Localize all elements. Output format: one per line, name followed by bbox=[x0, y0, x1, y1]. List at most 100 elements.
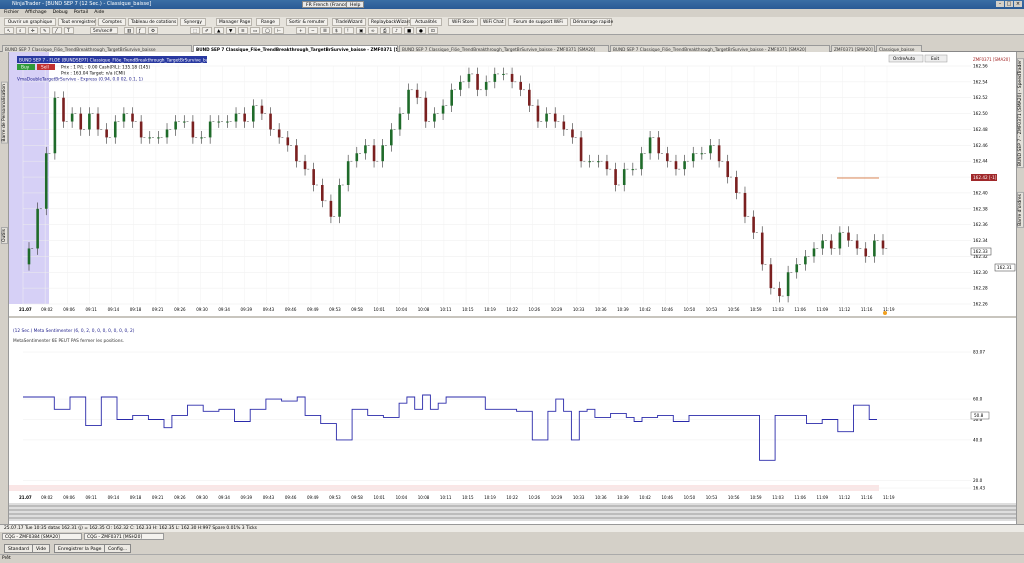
zoom-out-icon[interactable]: − bbox=[308, 27, 318, 34]
tab-classique-baisse[interactable]: Classique_baisse bbox=[876, 45, 922, 52]
status-line: 25.07.17 Tue 10:35 datas 162.31 (j) = 16… bbox=[0, 524, 1024, 532]
price-bar-body bbox=[303, 161, 307, 170]
tab-strategy-3[interactable]: BUND SEP 7 Classique_Flöe_TrendBreakthro… bbox=[610, 45, 830, 52]
price-x-tick: 11:03 bbox=[772, 307, 784, 312]
chart-area[interactable]: 162.56 162.54 162.52 162.50 162.48 162.46 162.… bbox=[9, 52, 1016, 524]
price-bar-body bbox=[208, 121, 212, 138]
scroll-end-icon[interactable] bbox=[883, 311, 887, 315]
print-icon[interactable]: ⎙ bbox=[380, 27, 390, 34]
price-x-tick: 10:29 bbox=[551, 307, 563, 312]
chart-tab-bar: BUND SEP 7 Classique_Flöe_TrendBreakthro… bbox=[0, 44, 1024, 52]
quote-board-button[interactable]: Tableau de cotations bbox=[128, 18, 178, 26]
menu-affichage[interactable]: Affichage bbox=[25, 9, 47, 17]
snapshot-icon[interactable]: ▣ bbox=[356, 27, 366, 34]
ellipse-icon[interactable]: ◯ bbox=[262, 27, 272, 34]
zoom-in-icon[interactable]: + bbox=[296, 27, 306, 34]
tradewizard-button[interactable]: TradeWizard bbox=[332, 18, 366, 26]
save-all-button[interactable]: Tout enregistrer bbox=[58, 18, 96, 26]
arrow-up-icon[interactable]: ▲ bbox=[214, 27, 224, 34]
price-bar-body bbox=[786, 272, 790, 297]
text-tool-icon[interactable]: T bbox=[64, 27, 74, 34]
fib-icon[interactable]: ≡ bbox=[238, 27, 248, 34]
strategy-icon[interactable]: ⚙ bbox=[148, 27, 158, 34]
news-button[interactable]: Actualités bbox=[410, 18, 442, 26]
line-tool-icon[interactable]: ╱ bbox=[52, 27, 62, 34]
account-2[interactable]: CQG - ZMF0371 [MSH20] bbox=[84, 533, 164, 540]
price-bar-body bbox=[243, 113, 246, 122]
tools-tab[interactable]: Outils bbox=[1, 227, 8, 245]
help-button[interactable]: Help bbox=[346, 1, 365, 8]
exit-remute-button[interactable]: Sortir & remuter bbox=[286, 18, 328, 26]
rect-icon[interactable]: ▭ bbox=[250, 27, 260, 34]
price-x-tick: 09:14 bbox=[108, 307, 120, 312]
properties-icon[interactable]: ☰ bbox=[320, 27, 330, 34]
price-x-tick: 10:15 bbox=[462, 307, 474, 312]
customization-bar-tab[interactable]: Barre de Personnalisation bbox=[1, 82, 8, 144]
empty-button[interactable]: Vide bbox=[32, 544, 51, 553]
record-icon[interactable]: ● bbox=[416, 27, 426, 34]
price-x-tick: 11:09 bbox=[817, 307, 829, 312]
arrow-down-icon[interactable]: ▼ bbox=[226, 27, 236, 34]
price-x-tick: 09:26 bbox=[174, 307, 186, 312]
order-bar-tab[interactable]: Barre d'ordres bbox=[1017, 192, 1024, 228]
price-bar-body bbox=[484, 81, 488, 90]
manager-page-button[interactable]: Manager Page bbox=[216, 18, 252, 26]
account-1[interactable]: CQG - ZMF0384 [SMA20] bbox=[2, 533, 82, 540]
indicator-x-tick: 10:08 bbox=[418, 495, 430, 500]
price-bar-body bbox=[338, 185, 341, 217]
pencil-icon[interactable]: ✎ bbox=[40, 27, 50, 34]
minimize-icon[interactable]: – bbox=[996, 1, 1004, 7]
price-y-tick: 162.26 bbox=[973, 302, 988, 307]
price-bar-body bbox=[812, 248, 816, 257]
indicator-x-tick: 09:26 bbox=[174, 495, 186, 500]
close-icon[interactable]: × bbox=[1014, 1, 1022, 7]
crosshair-icon[interactable]: ✛ bbox=[28, 27, 38, 34]
indicator-icon[interactable]: ƒ bbox=[136, 27, 146, 34]
trade-icon[interactable]: $ bbox=[332, 27, 342, 34]
bell-icon[interactable]: ♪ bbox=[392, 27, 402, 34]
link-icon[interactable]: ∞ bbox=[368, 27, 378, 34]
indicator-x-tick: 10:39 bbox=[617, 495, 629, 500]
ruler-icon[interactable]: ⊢ bbox=[274, 27, 284, 34]
store-button[interactable]: WiFi Store bbox=[448, 18, 478, 26]
tab-strategy-active[interactable]: BUND SEP 7 Classique_Flöe_TrendBreakthro… bbox=[193, 45, 398, 52]
cursor-icon[interactable]: ↖ bbox=[4, 27, 14, 34]
select-mode-icon[interactable]: ⬚ bbox=[190, 27, 200, 34]
lock-icon[interactable]: ⊡ bbox=[428, 27, 438, 34]
tab-strategy-1[interactable]: BUND SEP 7 Classique_Flöe_TrendBreakthro… bbox=[2, 45, 192, 52]
price-bar-body bbox=[743, 192, 747, 217]
zoom-icon[interactable]: ⌕ bbox=[16, 27, 26, 34]
alert-icon[interactable]: ! bbox=[344, 27, 354, 34]
support-forum-button[interactable]: Forum de support WiFi bbox=[508, 18, 568, 26]
menu-aide[interactable]: Aide bbox=[94, 9, 104, 17]
open-chart-button[interactable]: Ouvrir un graphique bbox=[4, 18, 56, 26]
menu-portail[interactable]: Portail bbox=[74, 9, 88, 17]
stop-icon[interactable]: ■ bbox=[404, 27, 414, 34]
tab-strategy-2[interactable]: BUND SEP 7 Classique_Flöe_TrendBreakthro… bbox=[399, 45, 609, 52]
synergy-button[interactable]: Synergy bbox=[180, 18, 206, 26]
range-button[interactable]: Range bbox=[256, 18, 280, 26]
standard-button[interactable]: Standard bbox=[4, 544, 33, 553]
config-button[interactable]: Config... bbox=[104, 544, 132, 553]
interval-dropdown[interactable]: 5m/sec# bbox=[90, 27, 118, 34]
quick-start-button[interactable]: Démarrage rapide bbox=[570, 18, 613, 26]
accounts-button[interactable]: Comptes bbox=[98, 18, 126, 26]
price-x-tick: 11:16 bbox=[861, 307, 873, 312]
pane-divider[interactable] bbox=[9, 316, 1016, 318]
price-y-tick: 162.44 bbox=[973, 159, 988, 164]
chat-button[interactable]: WiFi Chat bbox=[480, 18, 506, 26]
save-page-button[interactable]: Enregistrer la Page bbox=[54, 544, 106, 553]
price-y-axis: 162.56 162.54 162.52 162.50 162.48 162.46 162.… bbox=[973, 64, 988, 307]
menu-fichier[interactable]: Fichier bbox=[4, 9, 19, 17]
replaywizard-button[interactable]: ReplaybackWizard bbox=[368, 18, 411, 26]
tab-account[interactable]: ZMF0371 [SMA20] bbox=[831, 45, 875, 52]
speedtrader-tab[interactable]: BUND SEP 7 - ZMF0371 (SMA20) - SpeedTrad… bbox=[1017, 58, 1024, 169]
price-bar-body bbox=[571, 129, 574, 138]
draw-mode-icon[interactable]: ✐ bbox=[202, 27, 212, 34]
maximize-icon[interactable]: □ bbox=[1005, 1, 1013, 7]
price-x-tick: 10:39 bbox=[617, 307, 629, 312]
bar-type-icon[interactable]: ▥ bbox=[124, 27, 134, 34]
menu-debug[interactable]: Debug bbox=[53, 9, 68, 17]
horizontal-scrollbar[interactable] bbox=[9, 503, 1016, 521]
auto-order-label: OrdreAuto bbox=[893, 56, 915, 62]
